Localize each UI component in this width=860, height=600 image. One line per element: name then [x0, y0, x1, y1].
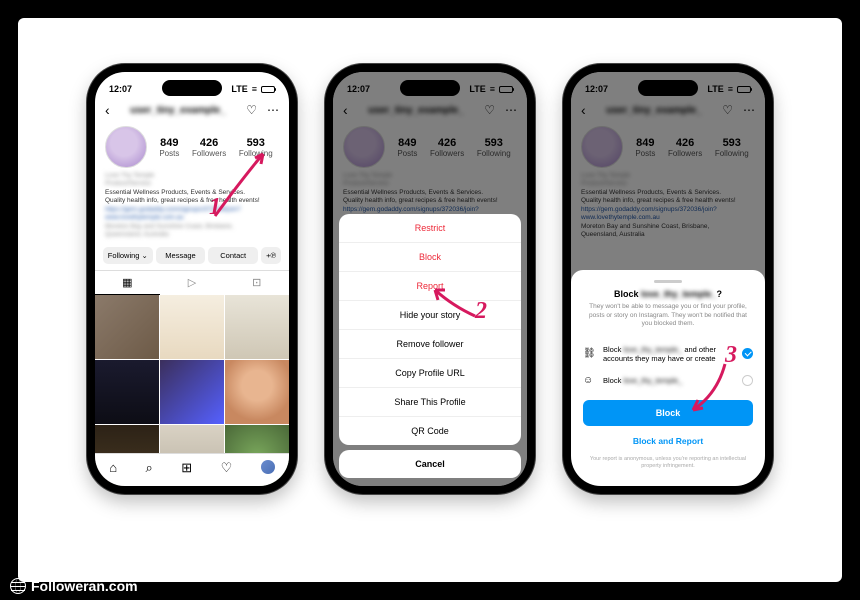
- post-thumb[interactable]: [95, 295, 159, 359]
- content-tabs: ▦ ▷ ⊡: [95, 270, 289, 295]
- bio: Love Thy Temple Product/Service Essentia…: [95, 172, 289, 244]
- contact-button[interactable]: Contact: [208, 247, 258, 264]
- menu-qr-code[interactable]: QR Code: [339, 416, 521, 445]
- tab-grid[interactable]: ▦: [95, 271, 160, 295]
- menu-restrict[interactable]: Restrict: [339, 214, 521, 242]
- menu-remove-follower[interactable]: Remove follower: [339, 329, 521, 358]
- dynamic-island: [400, 80, 460, 96]
- following-button[interactable]: Following ⌄: [103, 247, 153, 264]
- menu-hide-story[interactable]: Hide your story: [339, 300, 521, 329]
- stat-posts[interactable]: 849Posts: [159, 137, 179, 158]
- nav-search-icon[interactable]: ⌕: [146, 460, 153, 476]
- dynamic-island: [162, 80, 222, 96]
- block-option-single[interactable]: ☺ Block love_thy_temple_: [583, 369, 753, 392]
- nav-profile-icon[interactable]: [261, 460, 275, 474]
- menu-block[interactable]: Block: [339, 242, 521, 271]
- more-options-icon[interactable]: ⋯: [267, 103, 279, 117]
- notifications-icon[interactable]: ♡: [246, 103, 257, 117]
- nav-home-icon[interactable]: ⌂: [109, 460, 117, 476]
- username: user_tiny_example_: [130, 105, 226, 116]
- block-sheet: Block love_thy_temple_? They won't be ab…: [571, 270, 765, 486]
- message-button[interactable]: Message: [156, 247, 206, 264]
- post-thumb[interactable]: [225, 295, 289, 359]
- step-3-label: 3: [725, 342, 737, 369]
- tab-reels[interactable]: ▷: [160, 271, 225, 295]
- watermark: Followeran.com: [10, 578, 138, 594]
- tab-tagged[interactable]: ⊡: [224, 271, 289, 295]
- radio-unselected[interactable]: [742, 375, 753, 386]
- phone-2: 2 12:07 LTE≡ ‹user_tiny_example_♡⋯ 849Po…: [325, 64, 535, 494]
- block-and-report-button[interactable]: Block and Report: [583, 432, 753, 450]
- step-2-label: 2: [475, 298, 487, 325]
- phone-1: 1 12:07 LTE≡ ‹ user_tiny_example_ ♡ ⋯ 84…: [87, 64, 297, 494]
- stat-followers[interactable]: 426Followers: [192, 137, 226, 158]
- nav-create-icon[interactable]: ⊞: [181, 460, 192, 476]
- post-thumb[interactable]: [160, 295, 224, 359]
- menu-share-profile[interactable]: Share This Profile: [339, 387, 521, 416]
- suggest-button[interactable]: +℗: [261, 247, 281, 264]
- action-sheet: Restrict Block Report Hide your story Re…: [339, 214, 521, 478]
- user-icon: ☺: [583, 375, 597, 386]
- profile-header: ‹ user_tiny_example_ ♡ ⋯: [95, 98, 289, 124]
- menu-copy-url[interactable]: Copy Profile URL: [339, 358, 521, 387]
- avatar[interactable]: [105, 126, 147, 168]
- dynamic-island: [638, 80, 698, 96]
- post-thumb[interactable]: [225, 360, 289, 424]
- menu-report[interactable]: Report: [339, 271, 521, 300]
- globe-icon: [10, 578, 26, 594]
- nav-activity-icon[interactable]: ♡: [221, 460, 233, 476]
- block-button[interactable]: Block: [583, 400, 753, 426]
- step-1-label: 1: [209, 194, 221, 221]
- disclaimer: Your report is anonymous, unless you're …: [583, 456, 753, 470]
- sheet-handle[interactable]: [654, 280, 682, 283]
- block-explain: They won't be able to message you or fin…: [583, 303, 753, 328]
- block-title: Block love_thy_temple_?: [583, 289, 753, 299]
- radio-selected[interactable]: [742, 348, 753, 359]
- menu-cancel[interactable]: Cancel: [339, 450, 521, 478]
- back-icon[interactable]: ‹: [105, 102, 110, 118]
- multi-user-icon: ⛓: [583, 348, 597, 359]
- post-thumb[interactable]: [95, 360, 159, 424]
- nav-bar: ⌂ ⌕ ⊞ ♡: [95, 453, 289, 486]
- tutorial-canvas: 1 12:07 LTE≡ ‹ user_tiny_example_ ♡ ⋯ 84…: [18, 18, 842, 582]
- stat-following[interactable]: 593Following: [239, 137, 273, 158]
- post-thumb[interactable]: [160, 360, 224, 424]
- phone-3: 3 12:07 LTE≡ ‹user_tiny_example_♡⋯ 849Po…: [563, 64, 773, 494]
